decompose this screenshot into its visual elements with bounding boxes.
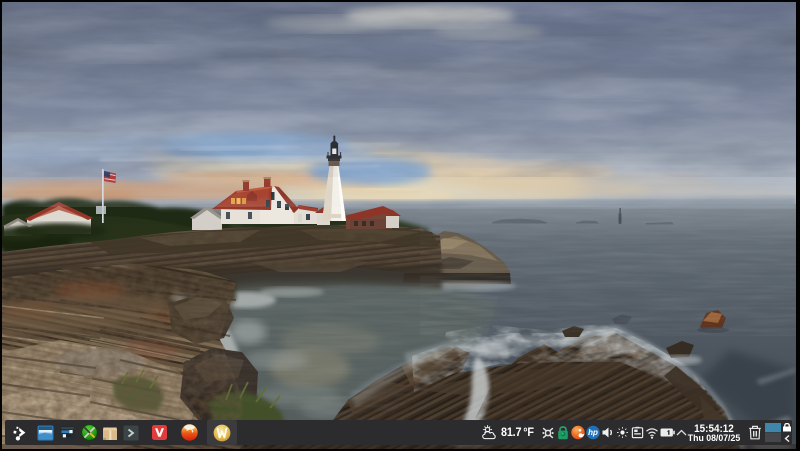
svg-text:hp: hp	[588, 428, 598, 437]
